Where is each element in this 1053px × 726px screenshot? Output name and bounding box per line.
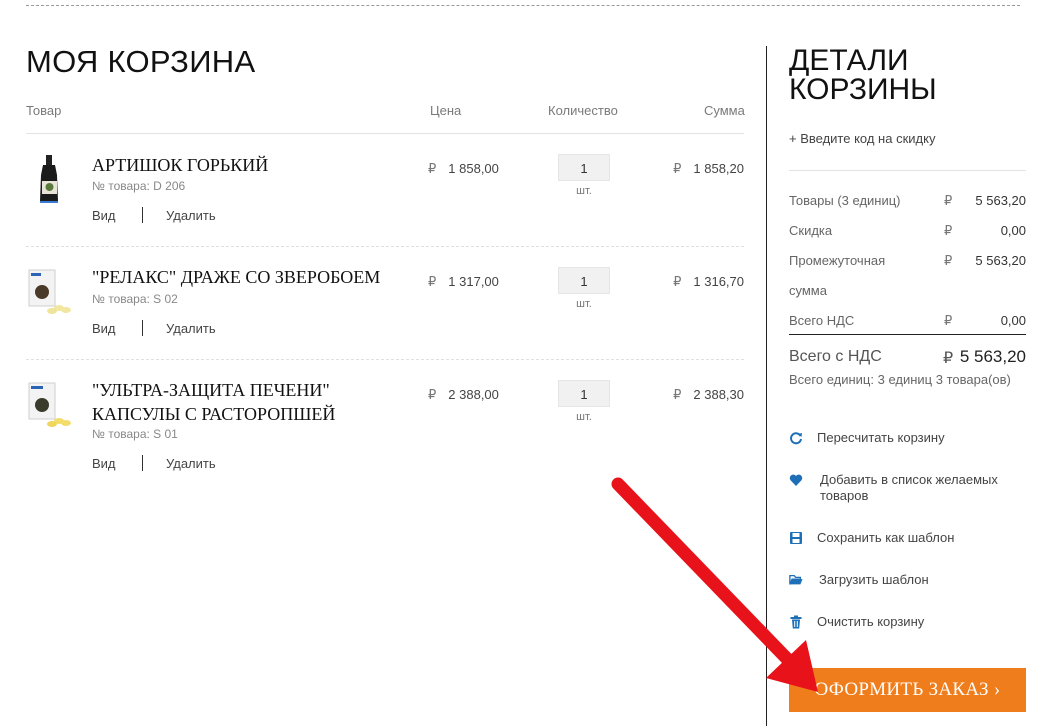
- cart-item: "УЛЬТРА-ЗАЩИТА ПЕЧЕНИ" КАПСУЛЫ С РАСТОРО…: [26, 360, 744, 490]
- column-divider: [766, 46, 767, 726]
- summary-row-vat: Всего НДС ₽ 0,00: [789, 313, 1026, 333]
- product-image: [40, 155, 58, 203]
- currency-symbol: ₽: [944, 223, 953, 238]
- clear-cart-label: Очистить корзину: [817, 614, 925, 629]
- summary-label: Всего НДС: [789, 313, 855, 328]
- cart-item: АРТИШОК ГОРЬКИЙ № товара: D 206 Вид Удал…: [26, 134, 744, 247]
- price-value: 1 317,00: [448, 274, 499, 289]
- product-article: № товара: D 206: [92, 179, 186, 193]
- summary-row-subtotal: Промежуточная ₽ 5 563,20: [789, 253, 1026, 273]
- top-divider: [26, 5, 1020, 6]
- summary-row-subtotal-cont: сумма: [789, 283, 1026, 303]
- item-sum: ₽2 388,30: [673, 387, 744, 403]
- item-sum: ₽1 316,70: [673, 274, 744, 290]
- summary-divider: [789, 170, 1026, 171]
- summary-value: 0,00: [1000, 223, 1026, 238]
- action-divider: [142, 455, 143, 471]
- sum-value: 1 316,70: [693, 274, 744, 289]
- column-header-quantity: Количество: [548, 103, 618, 118]
- summary-value: 5 563,20: [975, 253, 1026, 268]
- load-template-label: Загрузить шаблон: [819, 572, 929, 587]
- promo-code-link[interactable]: + Введите код на скидку: [789, 131, 935, 146]
- currency-symbol: ₽: [428, 274, 437, 289]
- item-actions: Вид Удалить: [92, 207, 216, 223]
- summary-label: Промежуточная: [789, 253, 886, 268]
- product-name[interactable]: "УЛЬТРА-ЗАЩИТА ПЕЧЕНИ" КАПСУЛЫ С РАСТОРО…: [92, 378, 422, 426]
- units-info: Всего единиц: 3 единиц 3 товара(ов): [789, 372, 1011, 387]
- refresh-icon: [790, 432, 802, 445]
- price-value: 2 388,00: [448, 387, 499, 402]
- column-header-product: Товар: [26, 103, 62, 118]
- add-to-wishlist-button[interactable]: Добавить в список желаемых товаров: [789, 472, 1039, 504]
- currency-symbol: ₽: [673, 274, 682, 289]
- action-divider: [142, 207, 143, 223]
- item-actions: Вид Удалить: [92, 455, 216, 471]
- summary-row-discount: Скидка ₽ 0,00: [789, 223, 1026, 243]
- quantity-input[interactable]: 1: [558, 267, 610, 294]
- column-header-sum: Сумма: [704, 103, 745, 118]
- quantity-input[interactable]: 1: [558, 154, 610, 181]
- total-currency: ₽: [943, 350, 954, 367]
- load-template-button[interactable]: Загрузить шаблон: [789, 572, 1039, 588]
- quantity-unit: шт.: [576, 185, 592, 197]
- summary-label: сумма: [789, 283, 827, 298]
- total-divider: [789, 334, 1026, 335]
- product-image: [28, 382, 71, 427]
- product-article: № товара: S 01: [92, 427, 178, 441]
- cart-title: МОЯ КОРЗИНА: [26, 44, 256, 79]
- summary-label: Скидка: [789, 223, 833, 238]
- heart-icon: [789, 474, 803, 486]
- price-value: 1 858,00: [448, 161, 499, 176]
- cart-item: "РЕЛАКС" ДРАЖЕ СО ЗВЕРОБОЕМ № товара: S …: [26, 247, 744, 360]
- currency-symbol: ₽: [673, 161, 682, 176]
- item-sum: ₽1 858,20: [673, 161, 744, 177]
- save-template-button[interactable]: Сохранить как шаблон: [789, 530, 1039, 546]
- action-divider: [142, 320, 143, 336]
- summary-value: 5 563,20: [975, 193, 1026, 208]
- save-template-label: Сохранить как шаблон: [817, 530, 955, 545]
- column-header-price: Цена: [430, 103, 462, 118]
- item-price: ₽1 317,00: [428, 274, 499, 290]
- total-label: Всего с НДС: [789, 348, 882, 365]
- item-price: ₽1 858,00: [428, 161, 499, 177]
- quantity-unit: шт.: [576, 411, 592, 423]
- quantity-unit: шт.: [576, 298, 592, 310]
- currency-symbol: ₽: [944, 313, 953, 328]
- folder-open-icon: [789, 574, 803, 585]
- save-icon: [790, 532, 802, 544]
- currency-symbol: ₽: [944, 193, 953, 208]
- delete-link[interactable]: Удалить: [166, 208, 216, 223]
- recalculate-button[interactable]: Пересчитать корзину: [789, 430, 1039, 446]
- item-actions: Вид Удалить: [92, 320, 216, 336]
- sum-value: 1 858,20: [693, 161, 744, 176]
- view-link[interactable]: Вид: [92, 208, 142, 223]
- checkout-button[interactable]: ОФОРМИТЬ ЗАКАЗ ›: [789, 668, 1026, 712]
- item-price: ₽2 388,00: [428, 387, 499, 403]
- view-link[interactable]: Вид: [92, 456, 142, 471]
- summary-value: 0,00: [1000, 313, 1026, 328]
- total-value: 5 563,20: [959, 347, 1026, 366]
- currency-symbol: ₽: [673, 387, 682, 402]
- quantity-input[interactable]: 1: [558, 380, 610, 407]
- currency-symbol: ₽: [428, 387, 437, 402]
- summary-label: Товары (3 единиц): [789, 193, 901, 208]
- product-name[interactable]: АРТИШОК ГОРЬКИЙ: [92, 153, 422, 177]
- currency-symbol: ₽: [428, 161, 437, 176]
- details-title: ДЕТАЛИ КОРЗИНЫ: [789, 44, 937, 106]
- delete-link[interactable]: Удалить: [166, 321, 216, 336]
- product-image: [28, 269, 71, 314]
- wishlist-label: Добавить в список желаемых товаров: [820, 472, 998, 503]
- recalculate-label: Пересчитать корзину: [817, 430, 945, 445]
- trash-icon: [790, 615, 802, 629]
- sum-value: 2 388,30: [693, 387, 744, 402]
- clear-cart-button[interactable]: Очистить корзину: [789, 614, 1039, 630]
- product-article: № товара: S 02: [92, 292, 178, 306]
- product-name[interactable]: "РЕЛАКС" ДРАЖЕ СО ЗВЕРОБОЕМ: [92, 265, 422, 289]
- delete-link[interactable]: Удалить: [166, 456, 216, 471]
- currency-symbol: ₽: [944, 253, 953, 268]
- view-link[interactable]: Вид: [92, 321, 142, 336]
- summary-row-goods: Товары (3 единиц) ₽ 5 563,20: [789, 193, 1026, 213]
